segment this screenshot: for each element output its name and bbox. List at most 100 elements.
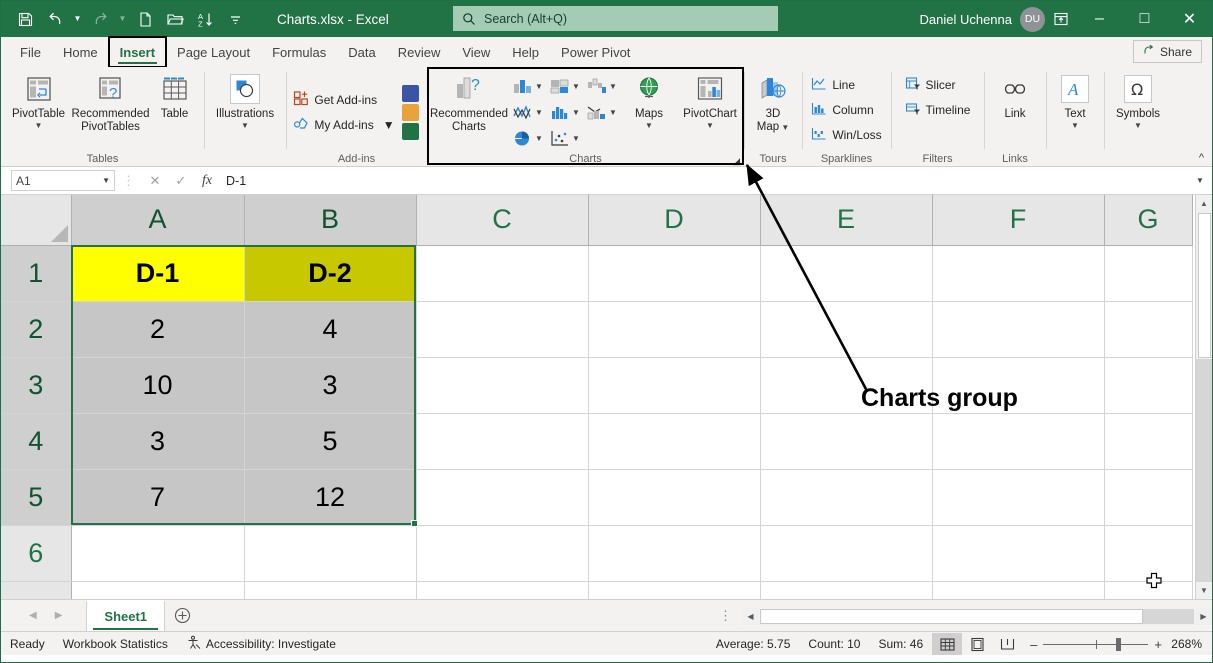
cell-g1[interactable] (1104, 245, 1192, 301)
cell-g5[interactable] (1104, 469, 1192, 525)
chevron-down-icon[interactable]: ▼ (1071, 121, 1079, 130)
cell-e2[interactable] (760, 301, 932, 357)
chevron-down-icon[interactable]: ▼ (609, 82, 617, 91)
redo-dropdown-icon[interactable]: ▼ (116, 6, 129, 32)
zoom-in-button[interactable]: + (1154, 637, 1162, 652)
vertical-scroll-thumb[interactable] (1198, 213, 1211, 358)
recommended-charts-button[interactable]: ? Recommended Charts (426, 71, 512, 133)
worksheet-grid[interactable]: A B C D E F G 1 D-1 D-2 2 2 4 (1, 195, 1212, 599)
cell-d3[interactable] (588, 357, 760, 413)
cell-d7[interactable] (588, 581, 760, 599)
status-average[interactable]: Average: 5.75 (707, 637, 800, 651)
zoom-thumb[interactable] (1116, 638, 1121, 651)
share-button[interactable]: Share (1133, 40, 1202, 63)
sparkline-column-button[interactable]: Column (808, 98, 884, 121)
people-graph-addin-icon[interactable] (402, 123, 419, 140)
cell-f5[interactable] (932, 469, 1104, 525)
cancel-entry-button[interactable]: ✕ (142, 170, 168, 192)
chevron-down-icon[interactable]: ▼ (35, 121, 43, 130)
tab-split-grip[interactable]: ⋮ (719, 608, 733, 624)
line-chart-button[interactable]: ▼ (512, 103, 549, 122)
illustrations-button[interactable]: Illustrations ▼ (207, 71, 283, 130)
column-chart-button[interactable]: ▼ (512, 77, 549, 96)
cell-c1[interactable] (416, 245, 588, 301)
expand-formula-bar-icon[interactable]: ▼ (1192, 176, 1208, 185)
cell-a1[interactable]: D-1 (71, 245, 244, 301)
cell-a2[interactable]: 2 (71, 301, 244, 357)
column-header-c[interactable]: C (416, 195, 588, 245)
chevron-down-icon[interactable]: ▼ (241, 121, 249, 130)
chevron-down-icon[interactable]: ▼ (535, 134, 543, 143)
avatar[interactable]: DU (1020, 7, 1045, 32)
chevron-down-icon[interactable]: ▼ (706, 121, 714, 130)
new-file-icon[interactable] (131, 6, 159, 32)
chevron-down-icon[interactable]: ▼ (535, 82, 543, 91)
formula-input[interactable] (226, 170, 1192, 192)
visio-addin-icon[interactable] (402, 85, 419, 102)
select-all-corner[interactable] (1, 195, 71, 245)
tab-file[interactable]: File (9, 37, 52, 67)
cell-c6[interactable] (416, 525, 588, 581)
zoom-level[interactable]: 268% (1170, 637, 1212, 651)
tab-home[interactable]: Home (52, 37, 109, 67)
cell-d2[interactable] (588, 301, 760, 357)
chevron-down-icon[interactable]: ▼ (535, 108, 543, 117)
chevron-down-icon[interactable]: ▼ (572, 108, 580, 117)
column-header-d[interactable]: D (588, 195, 760, 245)
cell-e7[interactable] (760, 581, 932, 599)
sort-ascending-icon[interactable]: AZ (191, 6, 219, 32)
cell-c2[interactable] (416, 301, 588, 357)
tab-page-layout[interactable]: Page Layout (166, 37, 261, 67)
undo-dropdown-icon[interactable]: ▼ (71, 6, 84, 32)
cell-a6[interactable] (71, 525, 244, 581)
symbols-button[interactable]: Ω Symbols ▼ (1106, 71, 1170, 130)
scroll-left-icon[interactable]: ◀ (742, 608, 759, 625)
status-sum[interactable]: Sum: 46 (869, 637, 932, 651)
cell-d6[interactable] (588, 525, 760, 581)
combo-chart-button[interactable]: ▼ (586, 103, 623, 122)
confirm-entry-button[interactable]: ✓ (168, 170, 194, 192)
cell-b4[interactable]: 5 (244, 413, 416, 469)
cell-g3[interactable] (1104, 357, 1192, 413)
tab-view[interactable]: View (451, 37, 501, 67)
text-button[interactable]: A Text ▼ (1048, 71, 1102, 130)
tab-help[interactable]: Help (501, 37, 550, 67)
chevron-down-icon[interactable]: ▼ (379, 118, 395, 132)
sparkline-winloss-button[interactable]: Win/Loss (808, 123, 884, 146)
column-header-g[interactable]: G (1104, 195, 1192, 245)
column-header-b[interactable]: B (244, 195, 416, 245)
row-header-6[interactable]: 6 (1, 525, 71, 581)
workbook-statistics-button[interactable]: Workbook Statistics (54, 637, 177, 651)
cell-b1[interactable]: D-2 (244, 245, 416, 301)
previous-sheet-icon[interactable]: ◀ (29, 610, 37, 621)
scroll-down-icon[interactable]: ▼ (1196, 582, 1213, 599)
cell-f6[interactable] (932, 525, 1104, 581)
zoom-out-button[interactable]: – (1030, 637, 1037, 652)
statistic-chart-button[interactable]: ▼ (549, 103, 586, 122)
page-layout-view-button[interactable] (962, 633, 992, 655)
scatter-chart-button[interactable]: ▼ (549, 129, 586, 148)
ribbon-display-options-icon[interactable] (1045, 1, 1077, 37)
redo-icon[interactable] (86, 6, 114, 32)
3d-map-button[interactable]: 3D Map ▼ (746, 71, 800, 133)
pie-chart-button[interactable]: ▼ (512, 129, 549, 148)
bing-maps-addin-icon[interactable] (402, 104, 419, 121)
chevron-down-icon[interactable]: ▼ (1134, 121, 1142, 130)
chevron-down-icon[interactable]: ▼ (572, 134, 580, 143)
charts-dialog-launcher[interactable]: ◢ (733, 156, 740, 167)
chevron-down-icon[interactable]: ▼ (102, 176, 110, 185)
row-header-5[interactable]: 5 (1, 469, 71, 525)
slicer-button[interactable]: Slicer (902, 73, 974, 96)
sheet-tab-sheet1[interactable]: Sheet1 (86, 600, 165, 631)
cell-a4[interactable]: 3 (71, 413, 244, 469)
hierarchy-chart-button[interactable]: ▼ (549, 77, 586, 96)
horizontal-scroll-thumb[interactable] (760, 609, 1143, 624)
page-break-preview-button[interactable] (992, 633, 1022, 655)
cell-f2[interactable] (932, 301, 1104, 357)
vertical-scrollbar[interactable]: ▲ ▼ (1195, 195, 1212, 599)
cell-g2[interactable] (1104, 301, 1192, 357)
horizontal-scroll-track[interactable] (760, 609, 1194, 624)
link-button[interactable]: Link (986, 71, 1044, 121)
new-sheet-button[interactable] (165, 607, 199, 624)
search-box[interactable] (453, 6, 778, 31)
